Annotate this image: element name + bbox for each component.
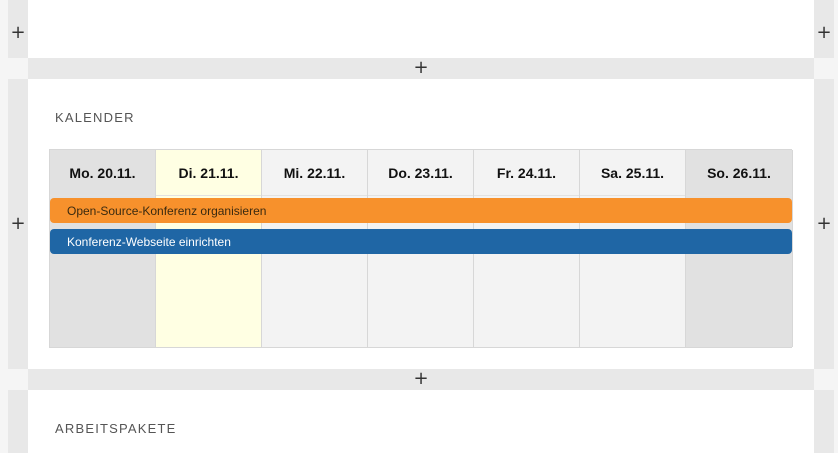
calendar-day-header: Sa. 25.11. [580,150,685,196]
add-icon[interactable]: + [815,215,833,233]
right-gutter-top: + [814,0,834,58]
right-gutter-calendar: + [814,79,834,369]
calendar-day-header: So. 26.11. [686,150,792,196]
right-gutter-bottom [814,390,834,453]
left-gutter-bottom [8,390,28,453]
calendar-grid: Mo. 20.11. Di. 21.11. Mi. 22.11. Do. 23.11.… [49,149,793,348]
calendar-event[interactable]: Konferenz-Webseite einrichten [50,229,792,254]
add-icon[interactable]: + [412,59,430,77]
calendar-day-header: Mo. 20.11. [50,150,155,196]
add-row-bar[interactable]: + [28,369,814,390]
add-icon[interactable]: + [9,215,27,233]
calendar-day-header: Fr. 24.11. [474,150,579,196]
calendar-day-header: Di. 21.11. [156,150,261,196]
add-icon[interactable]: + [9,24,27,42]
top-widget-card [28,0,814,58]
calendar-day-header: Mi. 22.11. [262,150,367,196]
left-gutter-calendar: + [8,79,28,369]
calendar-title: KALENDER [55,110,135,125]
workpackages-widget: ARBEITSPAKETE [28,390,814,453]
add-icon[interactable]: + [412,370,430,388]
add-icon[interactable]: + [815,24,833,42]
add-row-bar[interactable]: + [28,58,814,79]
left-gutter-top: + [8,0,28,58]
calendar-event[interactable]: Open-Source-Konferenz organisieren [50,198,792,223]
workpackages-title: ARBEITSPAKETE [55,421,177,436]
calendar-day-header: Do. 23.11. [368,150,473,196]
calendar-widget: KALENDER Mo. 20.11. Di. 21.11. Mi. 22.11. D… [28,79,814,369]
